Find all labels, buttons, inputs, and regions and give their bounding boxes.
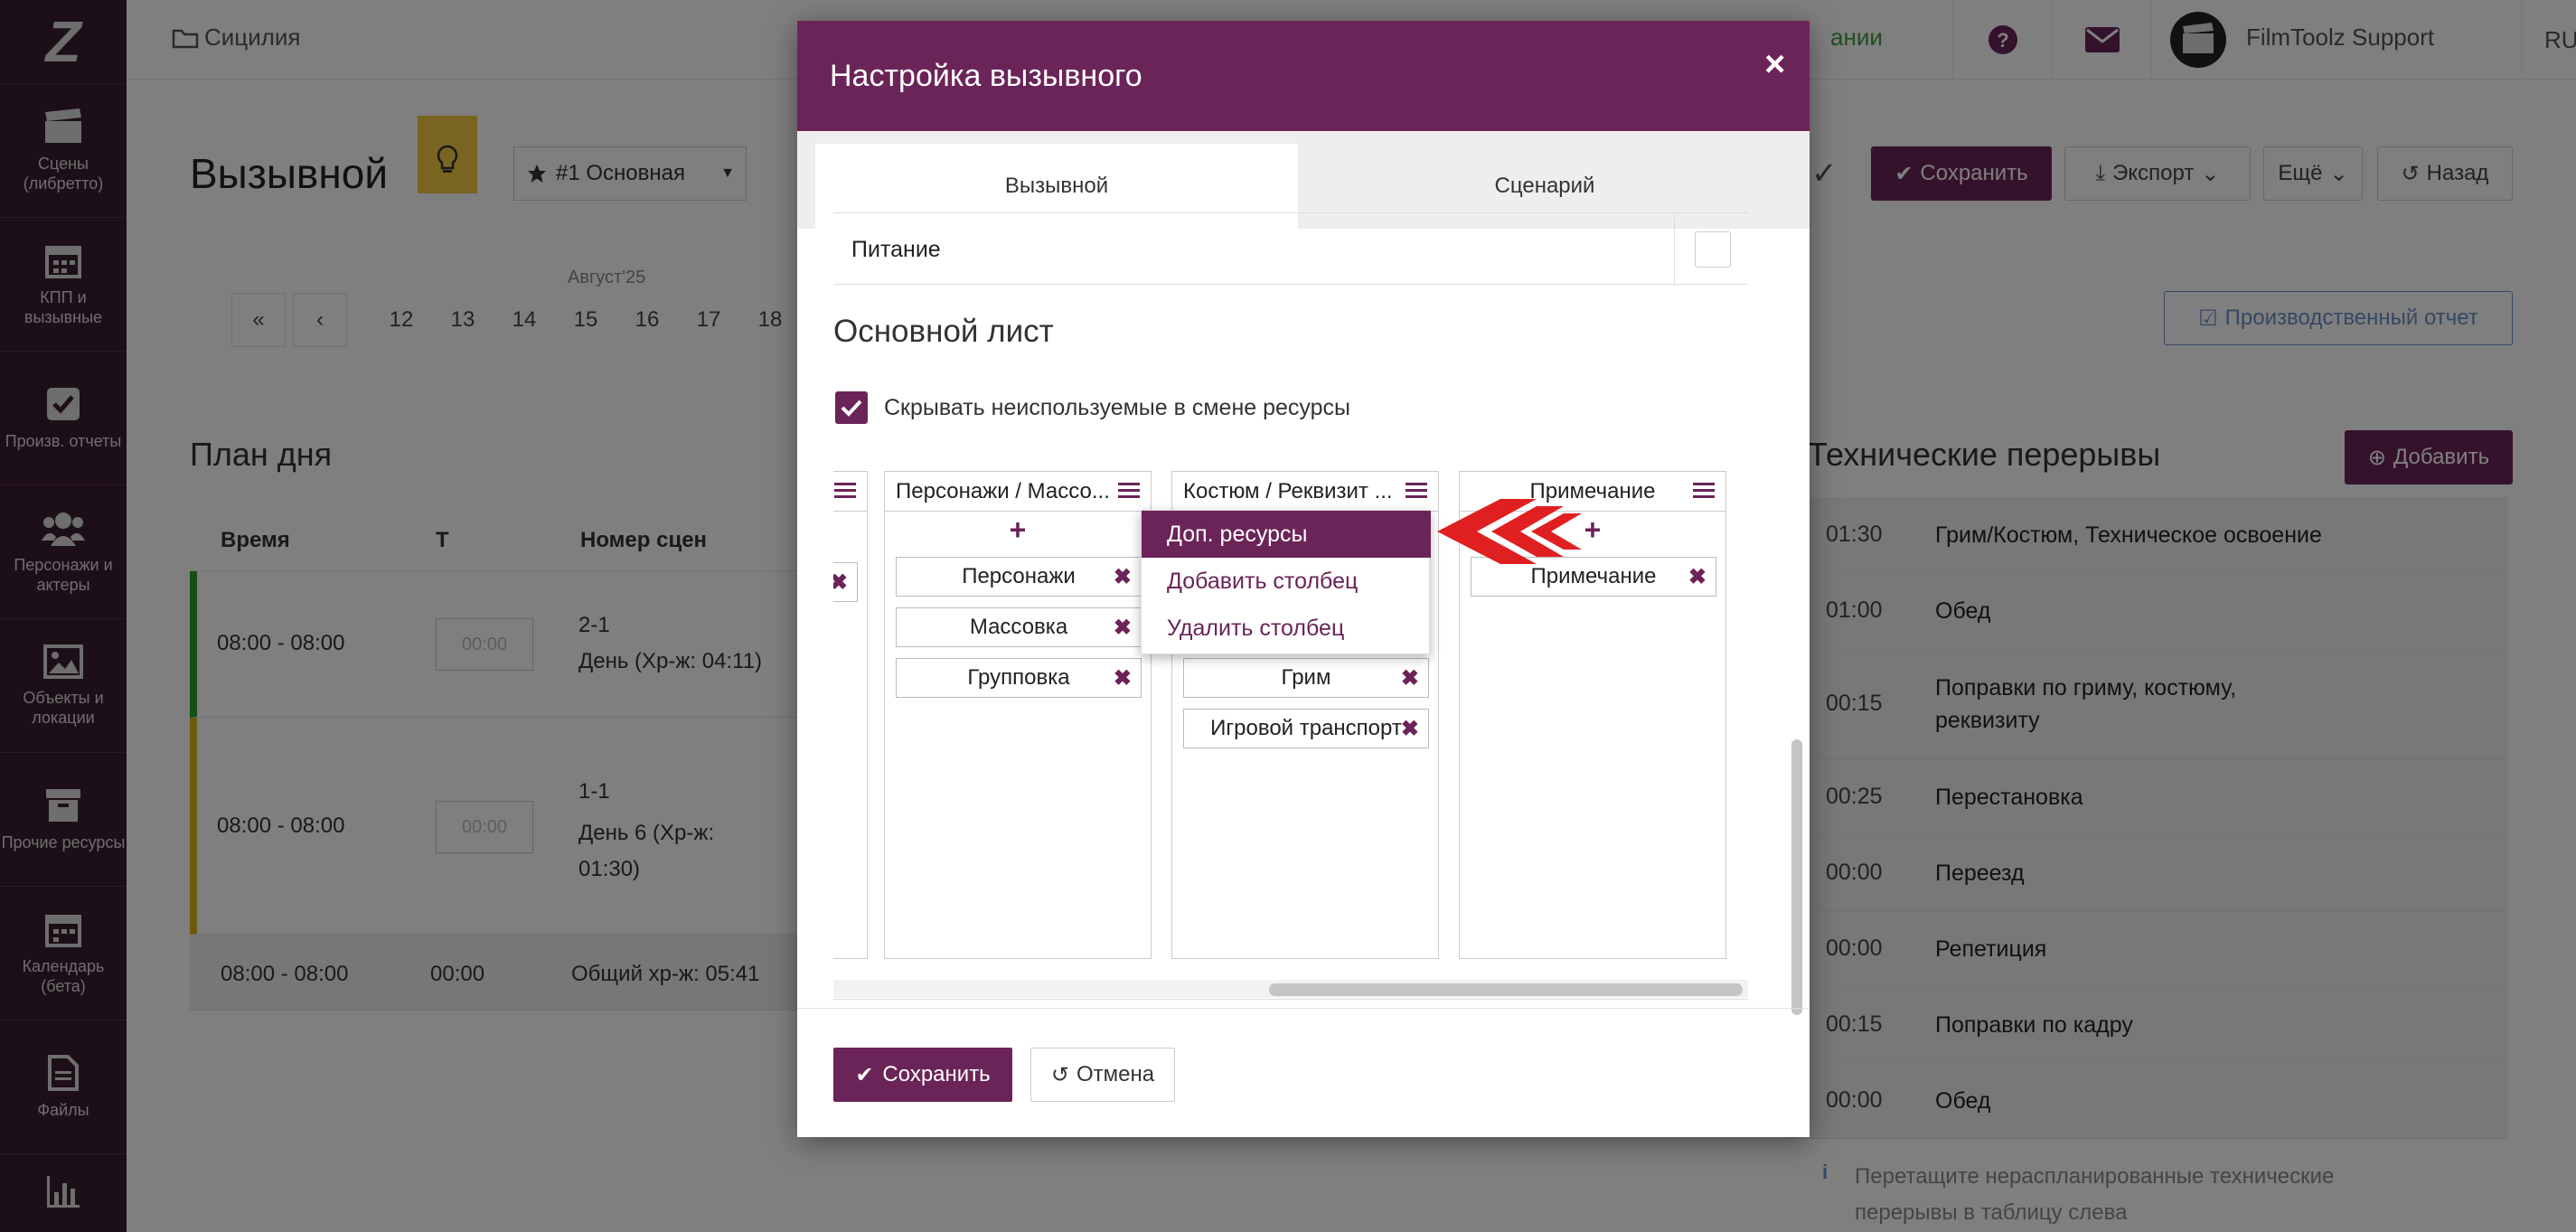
hamburger-icon[interactable] [1406,481,1427,501]
modal-footer-divider [797,1008,1810,1009]
menu-item-extra-resources[interactable]: Доп. ресурсы [1142,511,1431,558]
remove-icon[interactable]: ✖ [833,569,848,596]
column-title: Костюм / Реквизит ... [1183,478,1393,503]
annotation-arrow-icon [1437,499,1582,564]
close-icon[interactable]: × [1764,44,1785,85]
column-previous[interactable]: ✖ [833,471,868,959]
modal-cancel-button[interactable]: ↺ Отмена [1030,1048,1175,1102]
column-header: Костюм / Реквизит ... [1172,472,1438,512]
remove-icon[interactable]: ✖ [1688,564,1706,590]
hamburger-icon[interactable] [1693,481,1715,501]
add-item-icon[interactable]: + [885,513,1151,547]
check-icon [841,400,862,417]
hide-unused-label: Скрывать неиспользуемые в смене ресурсы [884,395,1351,420]
horizontal-scroll-track [833,980,1748,998]
modal-save-label: Сохранить [882,1062,991,1086]
column-chip[interactable]: Игровой транспорт ✖ [1183,709,1429,748]
check-icon: ✔ [855,1062,874,1087]
column-header [833,472,867,512]
hamburger-icon[interactable] [1118,481,1140,501]
column-title: Персонажи / Массо... [896,478,1110,503]
remove-icon[interactable]: ✖ [1114,665,1132,691]
chip-label: Игровой транспорт [1210,716,1402,740]
remove-icon[interactable]: ✖ [1401,716,1419,742]
chip-label: Массовка [969,615,1068,639]
modal-save-button[interactable]: ✔ Сохранить [833,1048,1012,1102]
remove-icon[interactable]: ✖ [1114,564,1132,590]
section-title: Основной лист [833,314,1054,349]
hide-unused-checkbox[interactable] [835,391,868,424]
vertical-scrollbar-thumb[interactable] [1791,739,1802,1015]
chip-label: Грим [1281,665,1331,690]
column-chip[interactable]: Грим ✖ [1183,658,1429,698]
modal-title: Настройка вызывного [830,59,1142,93]
column-header: Персонажи / Массо... [885,472,1151,512]
menu-item-delete-column[interactable]: Удалить столбец [1142,605,1431,652]
column-chip[interactable]: Групповка ✖ [896,658,1142,698]
chip-label: Групповка [967,665,1070,690]
hamburger-icon[interactable] [834,481,856,501]
modal-cancel-label: Отмена [1076,1062,1155,1086]
chip-label: Персонажи [962,564,1076,588]
column-menu-dropdown: Доп. ресурсы Добавить столбец Удалить ст… [1141,510,1431,654]
food-row-cell [1674,213,1748,286]
horizontal-scrollbar-thumb[interactable] [1269,983,1743,996]
column-characters[interactable]: Персонажи / Массо... + Персонажи ✖ Массов… [884,471,1152,959]
column-chip[interactable]: Массовка ✖ [896,607,1142,647]
column-chip[interactable]: ✖ [833,562,858,602]
column-chip[interactable]: Персонажи ✖ [896,557,1142,597]
remove-icon[interactable]: ✖ [1401,665,1419,691]
undo-icon: ↺ [1050,1062,1069,1087]
food-row: Питание [833,212,1748,286]
food-checkbox[interactable] [1695,231,1731,268]
modal-header: Настройка вызывного × [797,21,1810,131]
food-row-label: Питание [851,237,941,262]
chip-label: Примечание [1530,564,1657,588]
menu-item-add-column[interactable]: Добавить столбец [1142,558,1431,605]
remove-icon[interactable]: ✖ [1114,615,1132,641]
